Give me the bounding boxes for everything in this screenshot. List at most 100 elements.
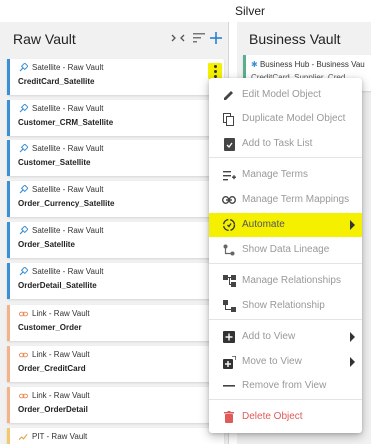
menu-item-delete-object[interactable]: Delete Object <box>209 405 362 429</box>
layer-title: Silver <box>0 0 371 22</box>
menu-item-move-to-view[interactable]: Move to View <box>209 350 362 374</box>
card-kind-text: Link - Raw Vault <box>32 391 90 400</box>
menu-item-label: Move to View <box>242 356 302 367</box>
menu-item-remove-from-view[interactable]: Remove from View <box>209 374 362 398</box>
link-card[interactable]: Link - Raw Vault Order_OrderDetail <box>7 387 224 423</box>
satellite-card[interactable]: Satellite - Raw Vault Order_Currency_Sate… <box>7 181 224 217</box>
menu-item-label: Duplicate Model Object <box>242 113 346 124</box>
pit-icon <box>19 432 28 441</box>
menu-divider <box>209 399 362 400</box>
card-kind-text: Satellite - Raw Vault <box>32 63 104 72</box>
card-name: Customer_Satellite <box>18 158 91 167</box>
raw-vault-header: Raw Vault <box>0 22 229 54</box>
menu-item-label: Manage Terms <box>242 169 308 180</box>
app-root: Silver Raw Vault Satellite - Raw Vault Cr… <box>0 0 371 444</box>
card-name: CreditCard_Satellite <box>18 77 95 86</box>
menu-item-manage-term-mappings[interactable]: Manage Term Mappings <box>209 188 362 212</box>
satellite-icon <box>19 185 28 194</box>
menu-item-label: Show Data Lineage <box>242 244 330 255</box>
card-kind-label: Satellite - Raw Vault <box>19 144 103 153</box>
card-kind-label: Satellite - Raw Vault <box>19 267 103 276</box>
card-color-bar <box>7 100 10 136</box>
card-color-bar <box>7 222 10 258</box>
card-kind-label: Satellite - Raw Vault <box>19 185 103 194</box>
submenu-arrow-icon <box>350 357 355 367</box>
card-kind-text: Satellite - Raw Vault <box>32 104 104 113</box>
menu-item-manage-terms[interactable]: Manage Terms <box>209 163 362 187</box>
kebab-dot-icon <box>213 69 217 73</box>
card-color-bar <box>7 181 10 217</box>
card-kind-text: Link - Raw Vault <box>32 350 90 359</box>
business-hub-icon: ✱ <box>251 60 258 69</box>
more-options-button[interactable] <box>208 63 222 79</box>
link-icon <box>19 391 28 400</box>
menu-item-manage-relationships[interactable]: Manage Relationships <box>209 269 362 293</box>
menu-item-label: Add to Task List <box>242 138 313 149</box>
card-kind-label: Satellite - Raw Vault <box>19 226 103 235</box>
card-kind-label: ✱ Business Hub - Business Vau <box>251 60 365 69</box>
card-color-bar <box>7 263 10 299</box>
card-color-bar <box>7 305 10 341</box>
satellite-card[interactable]: Satellite - Raw Vault OrderDetail_Satelli… <box>7 263 224 299</box>
satellite-icon <box>19 63 28 72</box>
menu-divider <box>209 157 362 158</box>
link-icon <box>19 309 28 318</box>
satellite-card[interactable]: Satellite - Raw Vault Customer_Satellite <box>7 140 224 176</box>
link-card[interactable]: Link - Raw Vault Order_CreditCard <box>7 346 224 382</box>
trash-icon <box>221 409 237 425</box>
raw-vault-title: Raw Vault <box>13 31 76 47</box>
card-name: Order_CreditCard <box>18 364 86 373</box>
card-kind-label: Satellite - Raw Vault <box>19 63 103 72</box>
layer-title-text: Silver <box>235 4 266 18</box>
link-card[interactable]: Link - Raw Vault Customer_Order <box>7 305 224 341</box>
submenu-arrow-icon <box>350 220 355 230</box>
satellite-card[interactable]: Satellite - Raw Vault Customer_CRM_Satell… <box>7 100 224 136</box>
menu-item-label: Manage Term Mappings <box>242 194 350 205</box>
menu-divider <box>209 263 362 264</box>
add-box-icon <box>221 329 237 345</box>
menu-item-duplicate-model-object[interactable]: Duplicate Model Object <box>209 107 362 131</box>
copy-icon <box>221 111 237 127</box>
card-kind-text: Satellite - Raw Vault <box>32 226 104 235</box>
relationship-icon <box>221 298 237 314</box>
card-kind-label: Link - Raw Vault <box>19 309 90 318</box>
move-icon <box>221 354 237 370</box>
card-kind-text: Satellite - Raw Vault <box>32 267 104 276</box>
menu-item-show-relationship[interactable]: Show Relationship <box>209 294 362 318</box>
menu-item-label: Manage Relationships <box>242 275 341 286</box>
automate-icon <box>221 217 237 233</box>
menu-item-add-to-task-list[interactable]: Add to Task List <box>209 132 362 156</box>
card-kind-text: PIT - Raw Vault <box>32 432 88 441</box>
card-kind-text: Link - Raw Vault <box>32 309 90 318</box>
context-menu: Edit Model Object Duplicate Model Object A… <box>209 78 362 433</box>
satellite-icon <box>19 226 28 235</box>
card-name: Customer_CRM_Satellite <box>18 118 114 127</box>
card-name: Order_OrderDetail <box>18 405 88 414</box>
menu-item-edit-model-object[interactable]: Edit Model Object <box>209 83 362 107</box>
pencil-icon <box>221 87 237 103</box>
pit-card[interactable]: PIT - Raw Vault <box>7 428 224 444</box>
satellite-card[interactable]: Satellite - Raw Vault CreditCard_Satellit… <box>7 59 224 95</box>
kebab-dot-icon <box>213 64 217 68</box>
card-kind-label: PIT - Raw Vault <box>19 432 87 441</box>
satellite-icon <box>19 144 28 153</box>
card-kind-text: Satellite - Raw Vault <box>32 144 104 153</box>
menu-item-automate[interactable]: Automate <box>209 213 362 237</box>
card-kind-text: Satellite - Raw Vault <box>32 185 104 194</box>
task-icon <box>221 136 237 152</box>
menu-item-label: Add to View <box>242 331 296 342</box>
card-kind-label: Link - Raw Vault <box>19 391 90 400</box>
card-kind-label: Satellite - Raw Vault <box>19 104 103 113</box>
satellite-card[interactable]: Satellite - Raw Vault Order_Satellite <box>7 222 224 258</box>
lineage-icon <box>221 242 237 258</box>
card-color-bar <box>7 387 10 423</box>
card-name: Order_Currency_Satellite <box>18 199 115 208</box>
card-color-bar <box>7 140 10 176</box>
menu-item-add-to-view[interactable]: Add to View <box>209 325 362 349</box>
menu-item-show-data-lineage[interactable]: Show Data Lineage <box>209 238 362 262</box>
add-icon[interactable] <box>208 30 224 46</box>
collapse-icon[interactable] <box>170 30 186 46</box>
sort-icon[interactable] <box>191 30 207 46</box>
menu-item-label: Edit Model Object <box>242 89 321 100</box>
card-color-bar <box>7 428 10 444</box>
